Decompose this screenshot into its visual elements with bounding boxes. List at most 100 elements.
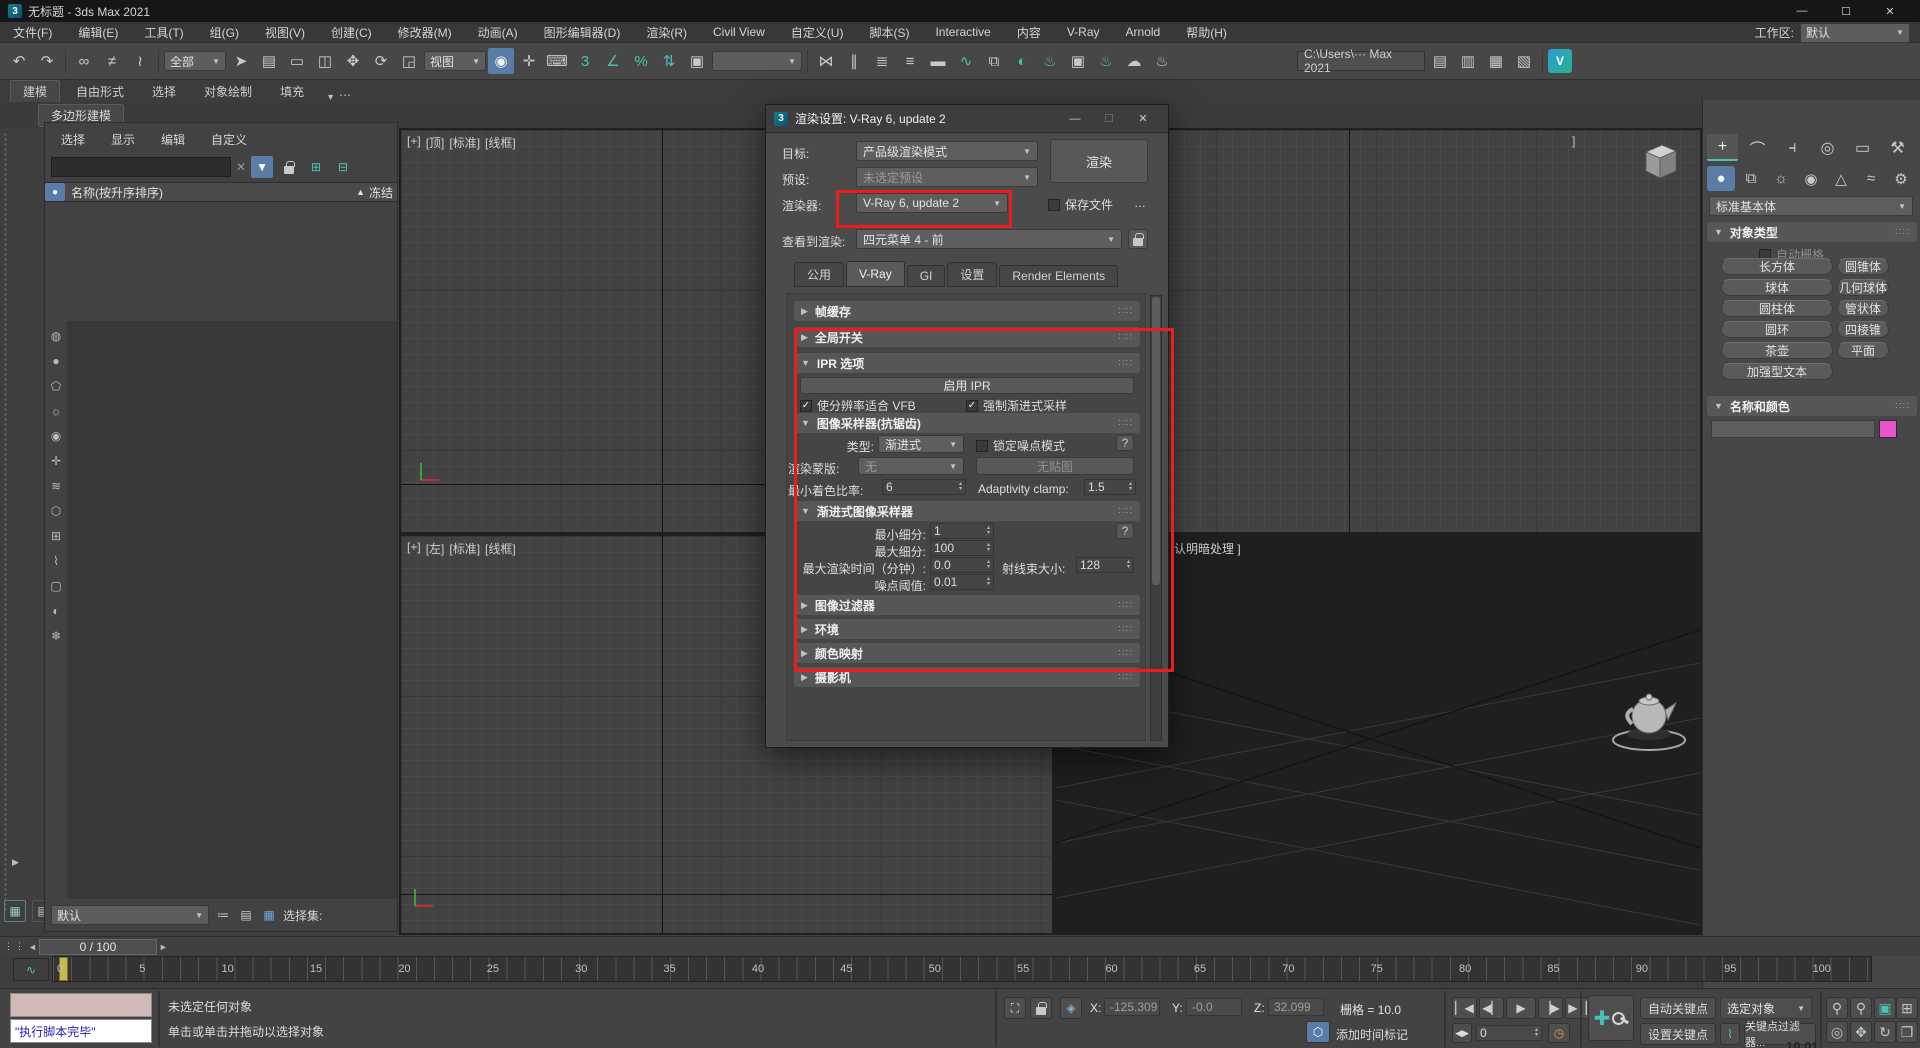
- vray-toolbar-icon[interactable]: V: [1548, 49, 1572, 73]
- key-step-toggle-icon[interactable]: ◀▶: [1452, 1023, 1472, 1043]
- mirror-icon[interactable]: ⋈: [813, 48, 839, 74]
- object-type-button[interactable]: 圆柱体: [1721, 300, 1833, 317]
- utilities-tab-icon[interactable]: ⚒: [1882, 134, 1913, 161]
- motion-tab-icon[interactable]: ◎: [1812, 134, 1843, 161]
- hierarchy-tab-icon[interactable]: ⫞: [1777, 134, 1808, 161]
- dialog-scrollbar[interactable]: [1150, 295, 1162, 741]
- menu-item[interactable]: 脚本(S): [856, 22, 922, 43]
- menu-item[interactable]: Interactive: [922, 22, 1003, 43]
- menu-item[interactable]: 渲染(R): [633, 22, 700, 43]
- use-pivot-point-center-icon[interactable]: ◉: [488, 48, 514, 74]
- enable-ipr-button[interactable]: 启用 IPR: [800, 377, 1134, 394]
- bind-to-space-warp-icon[interactable]: ≀: [127, 48, 153, 74]
- cameras-category-icon[interactable]: ◉: [1797, 166, 1825, 191]
- orbit-icon[interactable]: ↻: [1874, 1021, 1896, 1043]
- zoom-all-icon[interactable]: ⚲: [1850, 997, 1872, 1019]
- next-frame-arrow-icon[interactable]: ►: [159, 942, 168, 952]
- object-name-field[interactable]: [1711, 420, 1875, 438]
- isolate-selection-icon[interactable]: ⛶: [1004, 997, 1026, 1019]
- ribbon-tab[interactable]: 选择: [140, 81, 188, 102]
- object-type-button[interactable]: 圆环: [1721, 321, 1833, 338]
- time-slider-thumb[interactable]: 0 / 100: [39, 939, 157, 955]
- object-type-button[interactable]: 圆锥体: [1837, 258, 1889, 275]
- render-preset-2-icon[interactable]: ▥: [1455, 48, 1481, 74]
- ribbon-caret-icon[interactable]: ▼: [326, 92, 335, 102]
- close-button[interactable]: ✕: [1868, 0, 1912, 22]
- spinner-snap-toggle-icon[interactable]: ⇅: [656, 48, 682, 74]
- menu-item[interactable]: 创建(C): [318, 22, 385, 43]
- render-preset-1-icon[interactable]: ▤: [1427, 48, 1453, 74]
- y-coordinate-field[interactable]: -0.0: [1186, 998, 1242, 1016]
- menu-item[interactable]: 工具(T): [131, 22, 196, 43]
- window-crossing-icon[interactable]: ◫: [312, 48, 338, 74]
- object-type-button[interactable]: 四棱锥: [1837, 321, 1889, 338]
- select-and-link-icon[interactable]: ∞: [71, 48, 97, 74]
- display-tab-icon[interactable]: ▭: [1847, 134, 1878, 161]
- clear-search-icon[interactable]: ✕: [236, 160, 246, 174]
- redo-icon[interactable]: ↷: [34, 48, 60, 74]
- force-progressive-checkbox[interactable]: ✓强制渐进式采样: [966, 397, 1067, 414]
- selected-objects-dropdown[interactable]: 选定对象▼: [1720, 997, 1812, 1019]
- render-preset-3-icon[interactable]: ▦: [1483, 48, 1509, 74]
- rollout-object-type[interactable]: ▼对象类型∷∷: [1707, 222, 1917, 242]
- filter-all-icon[interactable]: ◍: [46, 323, 66, 348]
- noise-threshold-spinner[interactable]: 0.01▴▾: [930, 574, 994, 590]
- maximize-viewport-icon[interactable]: ❒: [1896, 1021, 1918, 1043]
- pan-icon[interactable]: ✥: [1850, 1021, 1872, 1043]
- viewport-label-part[interactable]: [线框]: [485, 134, 516, 151]
- dialog-close-button[interactable]: ✕: [1126, 105, 1160, 133]
- filter-geometry-icon[interactable]: ●: [46, 348, 66, 373]
- auto-key-button[interactable]: 自动关键点: [1640, 997, 1716, 1019]
- zoom-extents-all-icon[interactable]: ⊞: [1896, 997, 1918, 1019]
- frozen-column-header[interactable]: 冻结: [369, 184, 393, 201]
- object-type-button[interactable]: 球体: [1721, 279, 1833, 296]
- ribbon-tab[interactable]: 填充: [268, 81, 316, 102]
- snaps-toggle-icon[interactable]: 3: [572, 48, 598, 74]
- lock-noise-pattern-checkbox[interactable]: 锁定噪点模式: [976, 437, 1065, 454]
- keyboard-shortcut-override-icon[interactable]: ⌨: [544, 48, 570, 74]
- add-time-tag-label[interactable]: 添加时间标记: [1336, 1026, 1408, 1043]
- ribbon-tab[interactable]: 对象绘制: [192, 81, 264, 102]
- explorer-search-input[interactable]: [51, 157, 231, 177]
- category-dropdown[interactable]: 标准基本体▼: [1709, 196, 1913, 216]
- toggle-ribbon-icon[interactable]: ▬: [925, 48, 951, 74]
- viewport-label-part[interactable]: [+]: [407, 134, 421, 151]
- select-and-scale-icon[interactable]: ◲: [396, 48, 422, 74]
- explorer-preset-dropdown[interactable]: 默认▼: [51, 905, 209, 925]
- menu-item[interactable]: Civil View: [700, 22, 778, 43]
- sampler-type-dropdown[interactable]: 渐进式▼: [878, 435, 964, 453]
- view-lock-button[interactable]: [1128, 229, 1148, 249]
- select-object-icon[interactable]: ➤: [228, 48, 254, 74]
- zoom-icon[interactable]: ⚲: [1826, 997, 1848, 1019]
- fit-resolution-vfb-checkbox[interactable]: ✓使分辨率适合 VFB: [800, 397, 916, 414]
- shapes-category-icon[interactable]: ⧉: [1737, 166, 1765, 191]
- save-file-browse-button[interactable]: …: [1134, 196, 1146, 210]
- adaptivity-clamp-spinner[interactable]: 1.5▴▾: [1084, 479, 1136, 495]
- filter-frozen-icon[interactable]: ❄: [46, 623, 66, 648]
- viewport-label-part[interactable]: [线框]: [485, 540, 516, 557]
- key-filters-icon[interactable]: ⌇: [1720, 1023, 1740, 1045]
- tab-gi[interactable]: GI: [907, 265, 946, 287]
- render-button[interactable]: 渲染: [1050, 139, 1148, 183]
- explorer-menu-item[interactable]: 编辑: [161, 131, 185, 148]
- filter-materials-icon[interactable]: ◐: [46, 598, 66, 623]
- toggle-layer-explorer-icon[interactable]: ≡: [897, 48, 923, 74]
- previous-frame-arrow-icon[interactable]: ◄: [28, 942, 37, 952]
- sort-mode-icon[interactable]: ≔: [214, 904, 232, 926]
- named-selection-sets-dropdown[interactable]: ▼: [712, 51, 802, 71]
- column-icon[interactable]: ●: [45, 183, 65, 201]
- explorer-menu-item[interactable]: 自定义: [211, 131, 247, 148]
- viewport-label-part[interactable]: [+]: [407, 540, 421, 557]
- menu-item[interactable]: V-Ray: [1054, 22, 1113, 43]
- rendered-frame-window-icon[interactable]: ▣: [1065, 48, 1091, 74]
- cube-object[interactable]: [1636, 138, 1680, 182]
- render-production-icon[interactable]: ♨: [1093, 48, 1119, 74]
- explorer-menu-item[interactable]: 选择: [61, 131, 85, 148]
- mini-curve-editor-icon[interactable]: ∿: [13, 958, 49, 981]
- project-path-field[interactable]: C:\Users\··· Max 2021: [1297, 51, 1425, 71]
- material-editor-icon[interactable]: ◐: [1009, 48, 1035, 74]
- expand-all-icon[interactable]: ⊞: [305, 156, 327, 178]
- maximize-button[interactable]: ☐: [1824, 0, 1868, 22]
- slider-drag-handle[interactable]: ⋮⋮: [4, 941, 26, 952]
- dialog-minimize-button[interactable]: —: [1058, 105, 1092, 133]
